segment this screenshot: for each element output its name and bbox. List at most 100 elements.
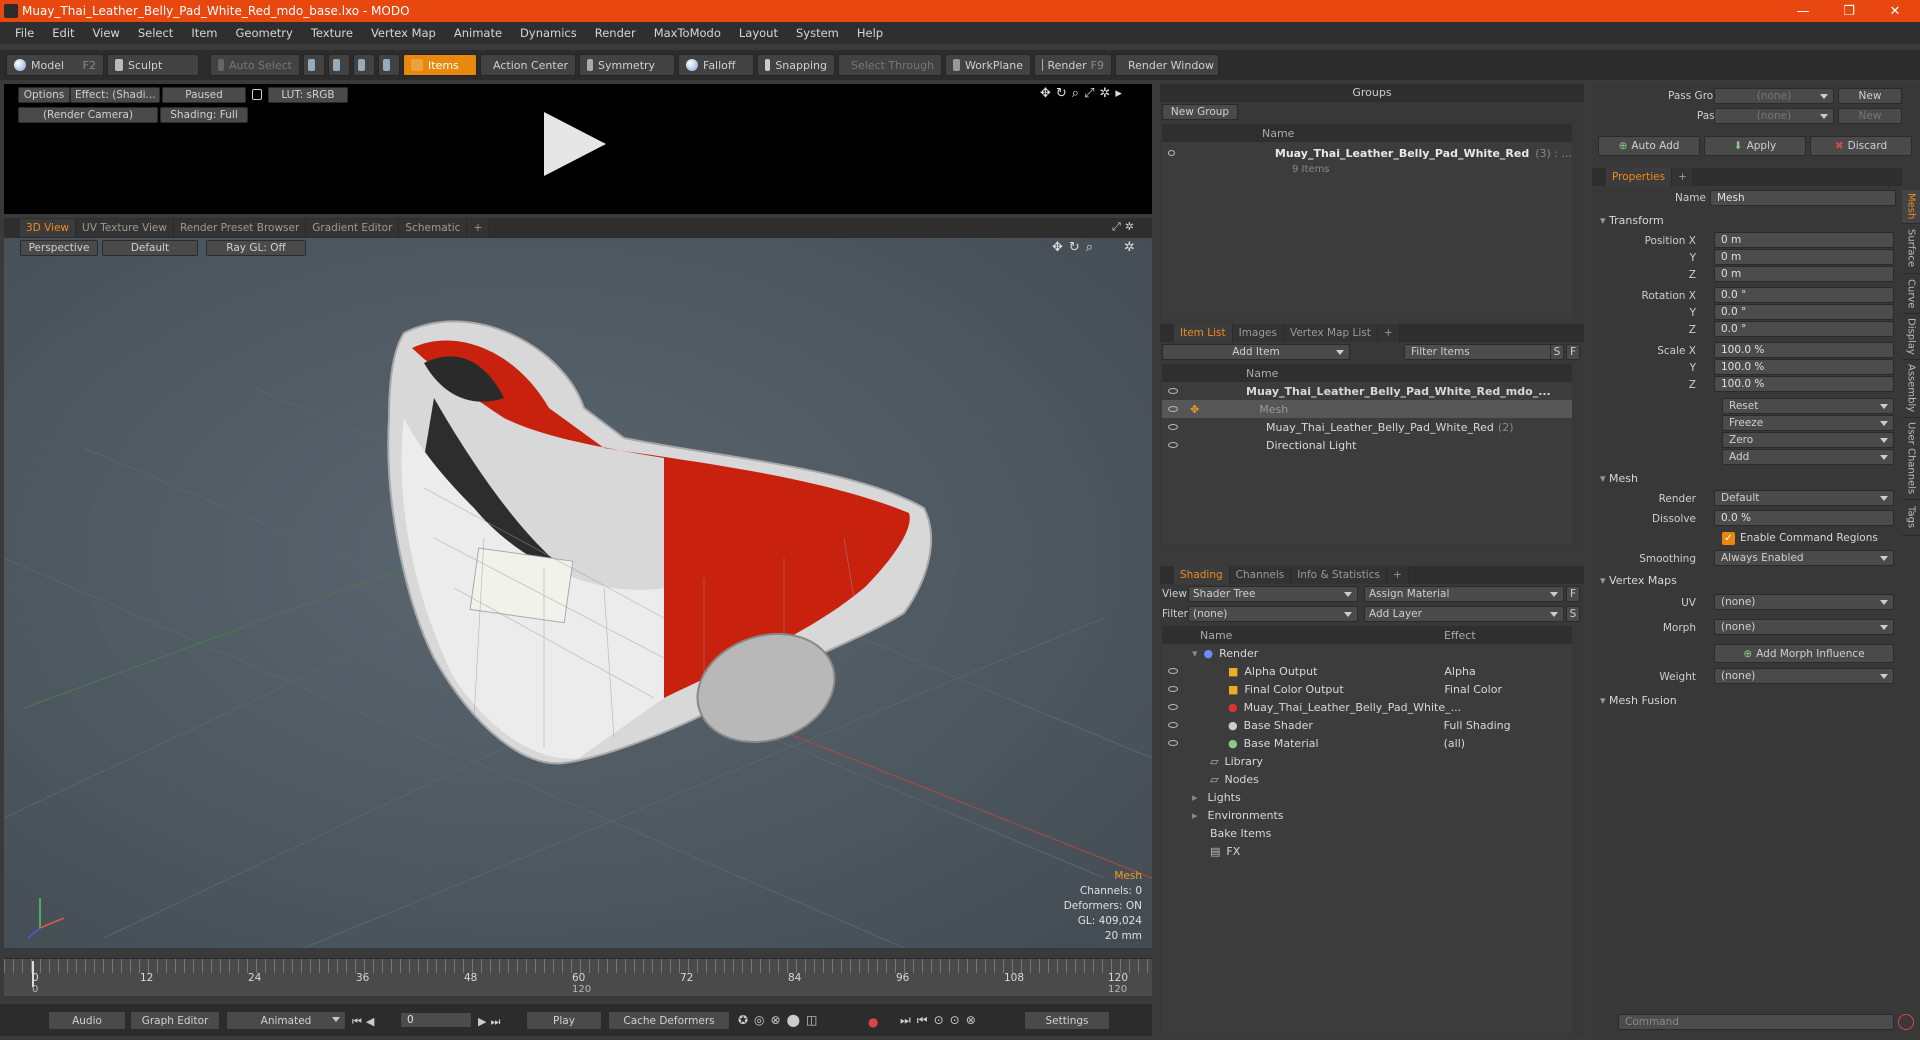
vtab-user-channels[interactable]: User Channels [1902,418,1920,500]
render-button[interactable]: Render F9 [1034,54,1112,76]
vertex-maps-section[interactable]: Vertex Maps [1600,574,1677,587]
menu-layout[interactable]: Layout [730,26,787,40]
add-tab-button[interactable]: + [1386,566,1409,584]
shader-row-alpha-output[interactable]: ■ Alpha Output Alpha [1162,662,1572,680]
menu-maxtomodo[interactable]: MaxToModo [645,26,730,40]
view-shader-tree-dropdown[interactable]: Shader Tree [1188,586,1358,602]
zero-dropdown[interactable]: Zero [1722,432,1894,448]
shader-tree[interactable]: Name Effect ▾ ● Render ■ Alpha Output Alpha ■… [1162,626,1572,1034]
shader-row-environments[interactable]: ▸ Environments [1162,806,1284,824]
uv-map-dropdown[interactable]: (none) [1714,594,1894,610]
render-camera-dropdown[interactable]: (Render Camera) [18,107,158,123]
key-nav-icons[interactable]: ⏭⏮⊙⊙⊗ [900,1013,982,1028]
add-morph-influence-button[interactable]: ⊕ Add Morph Influence [1714,644,1894,663]
rotation-z-field[interactable]: 0.0 ° [1714,321,1894,337]
tab-properties[interactable]: Properties [1606,168,1673,186]
rotation-x-field[interactable]: 0.0 ° [1714,287,1894,303]
default-style-dropdown[interactable]: Default [102,240,198,256]
visibility-eye-icon[interactable] [1168,704,1178,710]
graph-editor-button[interactable]: Graph Editor [130,1011,220,1030]
tab-gradient-editor[interactable]: Gradient Editor [306,219,400,237]
new-group-button[interactable]: New Group [1162,104,1238,120]
command-stop-icon[interactable] [1898,1014,1914,1030]
scale-y-field[interactable]: 100.0 % [1714,359,1894,375]
menu-edit[interactable]: Edit [43,26,83,40]
vtab-mesh[interactable]: Mesh [1902,190,1920,224]
maximize-button[interactable]: ❐ [1826,0,1872,22]
shader-row-material-group[interactable]: ● Muay_Thai_Leather_Belly_Pad_White_... [1162,698,1572,716]
perspective-dropdown[interactable]: Perspective [20,240,98,256]
sculpt-mode-button[interactable]: Sculpt [107,54,199,76]
tab-images[interactable]: Images [1232,324,1284,342]
preview-nav-icons[interactable]: ✥↻⌕⤢✲▸ [1040,86,1127,101]
menu-dynamics[interactable]: Dynamics [511,26,586,40]
filter-dropdown[interactable]: (none) [1188,606,1358,622]
vtab-display[interactable]: Display [1902,314,1920,360]
tab-channels[interactable]: Channels [1229,566,1292,584]
edge-mode-button[interactable] [328,54,350,76]
mesh-fusion-section[interactable]: Mesh Fusion [1600,694,1677,707]
shader-row-base-shader[interactable]: ● Base Shader Full Shading [1162,716,1572,734]
menu-render[interactable]: Render [586,26,645,40]
render-window-button[interactable]: Render Window [1115,54,1219,76]
timeline[interactable]: 0 12 24 36 48 60 72 84 96 108 120 0 120 … [4,958,1152,996]
visibility-eye-icon[interactable] [1168,406,1178,412]
transport-forward-icons[interactable]: ▶⏭ [478,1015,504,1029]
raygl-dropdown[interactable]: Ray GL: Off [206,240,306,256]
shader-row-lights[interactable]: ▸ Lights [1162,788,1241,806]
current-frame-field[interactable]: 0 [400,1012,472,1028]
menu-select[interactable]: Select [129,26,182,40]
shader-row-library[interactable]: ▱ Library [1162,752,1263,770]
tab-uv-texture-view[interactable]: UV Texture View [76,219,174,237]
apply-button[interactable]: ⬇ Apply [1704,136,1806,156]
visibility-eye-icon[interactable] [1168,442,1178,448]
visibility-eye-icon[interactable] [1168,740,1178,746]
add-tab-button[interactable]: + [1672,168,1694,186]
record-icon[interactable]: ● [868,1015,878,1029]
menu-geometry[interactable]: Geometry [227,26,302,40]
auto-add-button[interactable]: ⊕ Auto Add [1598,136,1700,156]
item-list[interactable]: Name Muay_Thai_Leather_Belly_Pad_White_R… [1162,364,1572,544]
menu-item[interactable]: Item [182,26,226,40]
menu-vertex-map[interactable]: Vertex Map [362,26,445,40]
new-pass-button[interactable]: New [1838,108,1902,124]
3d-viewport[interactable]: Perspective Default Ray GL: Off ✥↻⌕ ✲ Me… [4,238,1152,948]
polygon-mode-button[interactable] [353,54,375,76]
close-button[interactable]: ✕ [1872,0,1918,22]
symmetry-button[interactable]: Symmetry [579,54,675,76]
visibility-eye-icon[interactable] [1168,722,1178,728]
tab-shading[interactable]: Shading [1174,566,1230,584]
menu-help[interactable]: Help [848,26,892,40]
dissolve-field[interactable]: 0.0 % [1714,510,1894,526]
add-tab-button[interactable]: + [1377,324,1400,342]
item-row-mesh-group[interactable]: Muay_Thai_Leather_Belly_Pad_White_Red (2) [1162,418,1572,436]
shader-row-nodes[interactable]: ▱ Nodes [1162,770,1259,788]
shader-row-bake-items[interactable]: Bake Items [1162,824,1271,842]
lock-item-icon[interactable]: ✥ [1190,403,1199,416]
lock-icon[interactable] [252,89,262,100]
items-mode-button[interactable]: Items [403,54,477,76]
passes-dropdown[interactable]: (none) [1714,108,1834,124]
preview-paused-button[interactable]: Paused [162,87,246,103]
filter-f-button[interactable]: F [1566,344,1580,360]
vtab-tags[interactable]: Tags [1902,500,1920,536]
position-y-field[interactable]: 0 m [1714,249,1894,265]
pass-groups-dropdown[interactable]: (none) [1714,88,1834,104]
command-input[interactable]: Command [1618,1014,1894,1030]
mesh-section[interactable]: Mesh [1600,472,1638,485]
workplane-button[interactable]: WorkPlane [945,54,1031,76]
add-item-dropdown[interactable]: Add Item [1162,344,1350,360]
new-pass-group-button[interactable]: New [1838,88,1902,104]
select-through-button[interactable]: Select Through [838,54,942,76]
vtab-assembly[interactable]: Assembly [1902,360,1920,418]
menu-file[interactable]: File [6,26,43,40]
shader-row-fx[interactable]: ▤ FX [1162,842,1240,860]
vtab-curve[interactable]: Curve [1902,274,1920,314]
smoothing-dropdown[interactable]: Always Enabled [1714,550,1894,566]
action-center-button[interactable]: Action Center [480,54,576,76]
groups-list[interactable]: Name Muay_Thai_Leather_Belly_Pad_White_R… [1162,124,1572,318]
falloff-button[interactable]: Falloff [678,54,754,76]
visibility-eye-icon[interactable] [1168,424,1178,430]
menu-system[interactable]: System [787,26,848,40]
cache-deformers-button[interactable]: Cache Deformers [608,1011,730,1030]
